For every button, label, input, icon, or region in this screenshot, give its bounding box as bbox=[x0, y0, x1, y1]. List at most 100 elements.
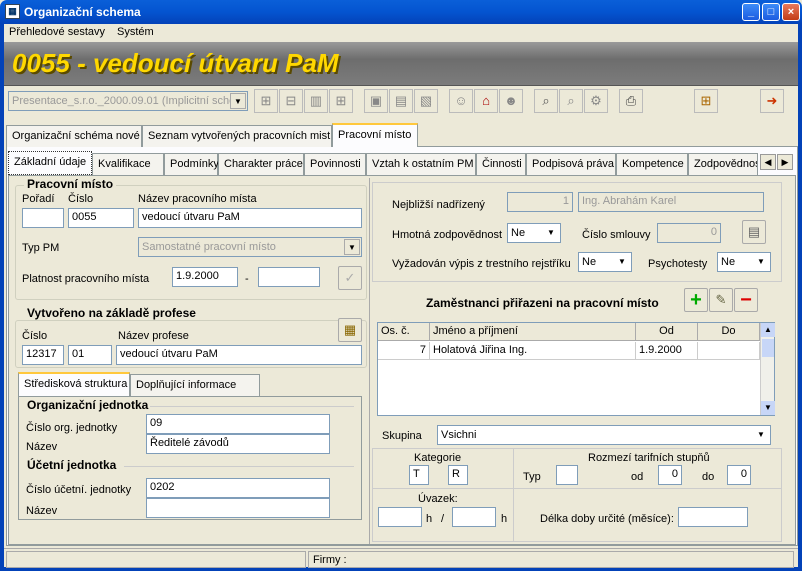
org-chart-icon[interactable]: ⊞ bbox=[329, 89, 353, 113]
tab-conditions[interactable]: Podmínky bbox=[164, 153, 219, 175]
col-od[interactable]: Od bbox=[636, 323, 698, 341]
add-employee-icon[interactable]: + bbox=[684, 288, 708, 312]
tab-activities[interactable]: Činnosti bbox=[476, 153, 526, 175]
tab-responsibility[interactable]: Zodpovědnos bbox=[688, 153, 758, 175]
nadrizeny-name-field[interactable]: Ing. Abrahám Karel bbox=[578, 192, 764, 212]
org-unit-title: Organizační jednotka bbox=[24, 398, 152, 412]
tab-competences[interactable]: Kompetence bbox=[616, 153, 688, 175]
ucet-nazev-field[interactable] bbox=[146, 498, 330, 518]
psycho-select[interactable]: Ne ▼ bbox=[717, 252, 771, 272]
org-nazev-field[interactable]: Ředitelé závodů bbox=[146, 434, 330, 454]
platnost-do-field[interactable] bbox=[258, 267, 320, 287]
building-people-icon[interactable]: ▧ bbox=[414, 89, 438, 113]
status-panel bbox=[6, 551, 306, 568]
people-icon[interactable]: ☻ bbox=[499, 89, 523, 113]
exit-icon[interactable]: ➜ bbox=[760, 89, 784, 113]
tab-character[interactable]: Charakter práce bbox=[218, 153, 304, 175]
kategorie-field2[interactable]: R bbox=[448, 465, 468, 485]
skupina-select[interactable]: Vsichni ▼ bbox=[437, 425, 771, 445]
smlouva-field[interactable]: 0 bbox=[657, 223, 721, 243]
org-tree-edit-icon[interactable]: ⊟ bbox=[279, 89, 303, 113]
profese-select-icon[interactable]: ▦ bbox=[338, 318, 362, 342]
schema-select[interactable]: Presentace_s.r.o._2000.09.01 (Implicitní… bbox=[8, 91, 248, 111]
tab-created-positions[interactable]: Seznam vytvořených pracovních mist bbox=[142, 125, 332, 147]
chevron-down-icon[interactable]: ▼ bbox=[543, 225, 559, 241]
ucet-cislo-field[interactable]: 0202 bbox=[146, 478, 330, 498]
person-settings-icon[interactable]: ⚙ bbox=[584, 89, 608, 113]
delka-field[interactable] bbox=[678, 507, 748, 527]
window-title: Organizační schema bbox=[24, 5, 141, 19]
print-icon[interactable]: ⎙ bbox=[619, 89, 643, 113]
maximize-button[interactable]: □ bbox=[762, 3, 780, 21]
tab-org-schema-new[interactable]: Organizační schéma nové bbox=[6, 125, 142, 147]
table-cell[interactable]: Holatová Jiřina Ing. bbox=[430, 342, 636, 360]
chevron-down-icon[interactable]: ▼ bbox=[344, 239, 360, 255]
col-os-c[interactable]: Os. č. bbox=[378, 323, 430, 341]
tab-stredisk[interactable]: Středisková struktura bbox=[18, 372, 130, 396]
tab-duties[interactable]: Povinnosti bbox=[304, 153, 366, 175]
hmotna-select[interactable]: Ne ▼ bbox=[507, 223, 561, 243]
edit-employee-icon[interactable]: ✎ bbox=[709, 288, 733, 312]
nadrizeny-num-field[interactable]: 1 bbox=[507, 192, 573, 212]
tab-basic-info[interactable]: Základní údaje bbox=[8, 151, 92, 175]
minimize-button[interactable]: _ bbox=[742, 3, 760, 21]
typ-field[interactable] bbox=[556, 465, 578, 485]
platnost-od-field[interactable]: 1.9.2000 bbox=[172, 267, 238, 287]
kategorie-field1[interactable]: T bbox=[409, 465, 429, 485]
tab-job-position[interactable]: Pracovní místo bbox=[332, 123, 418, 147]
chevron-down-icon[interactable]: ▼ bbox=[230, 93, 246, 109]
od-field[interactable]: 0 bbox=[658, 465, 682, 485]
uvazek-label: Úvazek: bbox=[418, 493, 458, 505]
vypis-select[interactable]: Ne ▼ bbox=[578, 252, 632, 272]
contract-icon[interactable]: ▤ bbox=[742, 220, 766, 244]
profese-cislo2-field[interactable]: 01 bbox=[68, 345, 112, 365]
profese-cislo1-field[interactable]: 12317 bbox=[22, 345, 64, 365]
table-cell[interactable] bbox=[698, 342, 760, 360]
profese-nazev-label: Název profese bbox=[118, 330, 189, 342]
home-icon[interactable]: ⌂ bbox=[474, 89, 498, 113]
do-field[interactable]: 0 bbox=[727, 465, 751, 485]
table-scrollbar[interactable]: ▲ ▼ bbox=[760, 323, 775, 415]
profese-nazev-field[interactable]: vedoucí útvaru PaM bbox=[116, 345, 362, 365]
uvazek-field2[interactable] bbox=[452, 507, 496, 527]
typ-pm-select[interactable]: Samostatné pracovní místo ▼ bbox=[138, 237, 362, 257]
building-add-icon[interactable]: ▤ bbox=[389, 89, 413, 113]
person-up-icon[interactable]: ☺ bbox=[449, 89, 473, 113]
table-cell[interactable]: 7 bbox=[378, 342, 430, 360]
tab-qualification[interactable]: Kvalifikace bbox=[92, 153, 164, 175]
search-icon[interactable]: ⌕ bbox=[534, 89, 558, 113]
org-tree-icon[interactable]: ⊞ bbox=[254, 89, 278, 113]
col-do[interactable]: Do bbox=[698, 323, 760, 341]
hour-unit: h bbox=[501, 513, 508, 525]
tab-scroll-left-icon[interactable]: ◀ bbox=[760, 154, 776, 170]
do-label: do bbox=[702, 471, 715, 483]
check-icon[interactable]: ✓ bbox=[338, 266, 362, 290]
org-cislo-field[interactable]: 09 bbox=[146, 414, 330, 434]
psycho-label: Psychotesty bbox=[648, 258, 708, 270]
chevron-down-icon[interactable]: ▼ bbox=[753, 254, 769, 270]
col-jmeno[interactable]: Jméno a příjmení bbox=[430, 323, 636, 341]
status-bar: Firmy : bbox=[4, 548, 798, 568]
menu-system[interactable]: Systém bbox=[117, 26, 154, 38]
tab-signing-rights[interactable]: Podpisová práva bbox=[526, 153, 616, 175]
tab-scroll-right-icon[interactable]: ▶ bbox=[777, 154, 793, 170]
cislo-field[interactable]: 0055 bbox=[68, 208, 134, 228]
org-list-icon[interactable]: ▥ bbox=[304, 89, 328, 113]
page-title: 0055 - vedoucí útvaru PaM bbox=[12, 48, 339, 78]
nazev-pm-field[interactable]: vedoucí útvaru PaM bbox=[138, 208, 362, 228]
close-button[interactable]: × bbox=[782, 3, 800, 21]
uvazek-field1[interactable] bbox=[378, 507, 422, 527]
org-cislo-label: Číslo org. jednotky bbox=[26, 422, 118, 434]
building-icon[interactable]: ▣ bbox=[364, 89, 388, 113]
menu-prehledove-sestavy[interactable]: Přehledové sestavy bbox=[9, 26, 105, 38]
hierarchy-icon[interactable]: ⊞ bbox=[694, 89, 718, 113]
tab-doplnujici[interactable]: Doplňující informace bbox=[130, 374, 260, 396]
hmotna-label: Hmotná zodpovědnost bbox=[392, 229, 503, 241]
search-people-icon[interactable]: ⌕ bbox=[559, 89, 583, 113]
remove-employee-icon[interactable]: − bbox=[734, 288, 758, 312]
poradi-field[interactable] bbox=[22, 208, 64, 228]
table-cell[interactable]: 1.9.2000 bbox=[636, 342, 698, 360]
tab-relations[interactable]: Vztah k ostatním PM bbox=[366, 153, 476, 175]
chevron-down-icon[interactable]: ▼ bbox=[753, 427, 769, 443]
chevron-down-icon[interactable]: ▼ bbox=[614, 254, 630, 270]
